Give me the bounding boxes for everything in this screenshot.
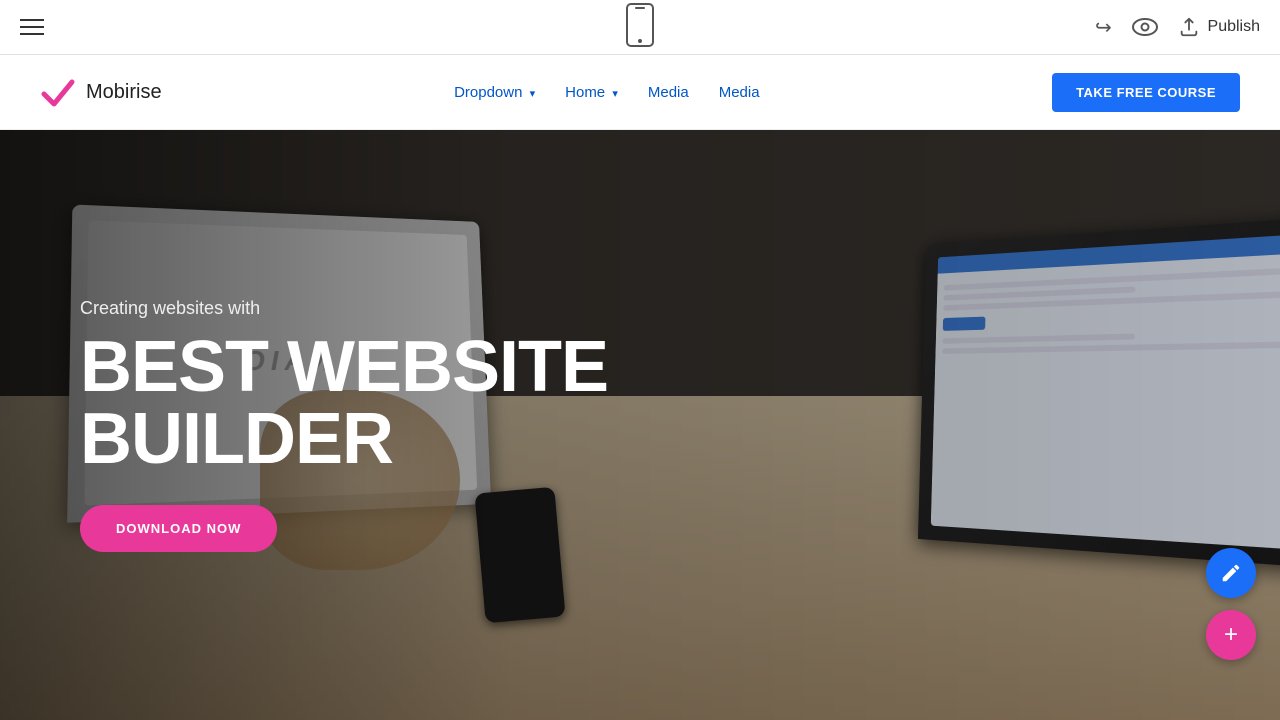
- publish-label: Publish: [1208, 18, 1260, 36]
- dropdown-chevron-icon: ▾: [530, 88, 536, 100]
- take-free-course-button[interactable]: TAKE FREE COURSE: [1052, 73, 1240, 112]
- undo-icon[interactable]: ↩: [1095, 15, 1112, 40]
- nav-item-media2[interactable]: Media: [719, 84, 760, 101]
- upload-icon: [1178, 16, 1200, 38]
- eye-icon[interactable]: [1132, 18, 1158, 36]
- hero-subtitle: Creating websites with: [80, 298, 608, 319]
- hero-section: OIA∧ Creating websites with B: [0, 130, 1280, 720]
- toolbar-left: [20, 19, 44, 35]
- fab-container: +: [1206, 548, 1256, 660]
- hero-content: Creating websites with BEST WEBSITE BUIL…: [80, 298, 608, 552]
- publish-button[interactable]: Publish: [1178, 16, 1260, 38]
- brand-check-icon: [40, 74, 76, 110]
- nav-item-media1[interactable]: Media: [648, 84, 689, 101]
- phone-preview-icon[interactable]: [626, 3, 654, 47]
- download-now-button[interactable]: DOWNLOAD NOW: [80, 505, 277, 552]
- hero-title: BEST WEBSITE BUILDER: [80, 331, 608, 475]
- editor-toolbar: ↩ Publish: [0, 0, 1280, 55]
- brand-logo[interactable]: Mobirise: [40, 74, 162, 110]
- edit-fab-button[interactable]: [1206, 548, 1256, 598]
- pencil-icon: [1220, 562, 1242, 584]
- toolbar-center: [626, 3, 654, 52]
- nav-item-dropdown[interactable]: Dropdown ▾: [454, 84, 535, 101]
- site-navbar: Mobirise Dropdown ▾ Home ▾ Media Media T…: [0, 55, 1280, 130]
- add-fab-button[interactable]: +: [1206, 610, 1256, 660]
- site-nav-links: Dropdown ▾ Home ▾ Media Media: [454, 84, 760, 101]
- brand-name: Mobirise: [86, 81, 162, 104]
- hamburger-icon[interactable]: [20, 19, 44, 35]
- home-chevron-icon: ▾: [612, 88, 618, 100]
- toolbar-right: ↩ Publish: [1095, 15, 1260, 40]
- nav-item-home[interactable]: Home ▾: [565, 84, 618, 101]
